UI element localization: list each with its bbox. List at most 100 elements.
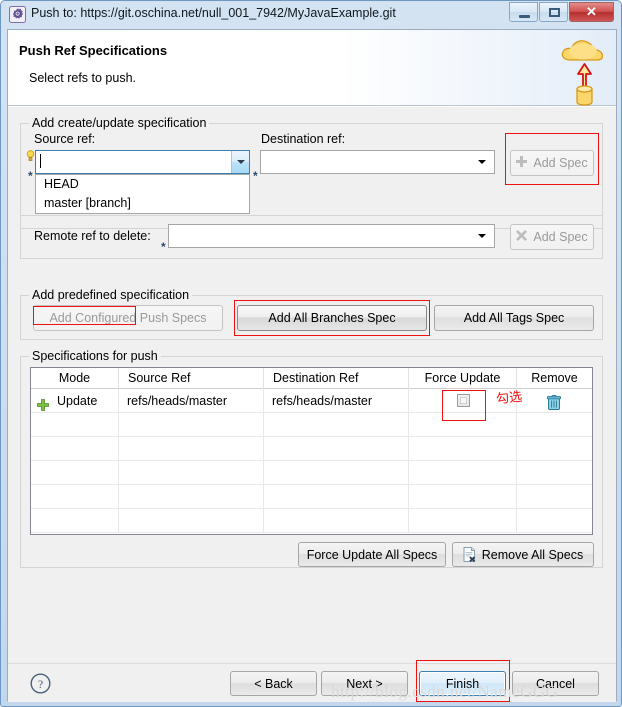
dialog-footer: ? < Back Next > Finish Cancel: [8, 663, 616, 702]
dialog-client-area: Push Ref Specifications Select refs to p…: [7, 29, 617, 702]
table-row[interactable]: [31, 437, 592, 461]
column-header-destination-ref[interactable]: Destination Ref: [264, 368, 409, 389]
add-all-branches-spec-label: Add All Branches Spec: [268, 311, 396, 325]
cell-empty: [264, 461, 409, 485]
create-update-group-label: Add create/update specification: [29, 116, 210, 130]
destination-ref-combo[interactable]: [260, 150, 495, 174]
cell-mode: Update: [31, 389, 119, 413]
svg-text:?: ?: [38, 677, 43, 691]
predefined-group-label: Add predefined specification: [29, 288, 193, 302]
force-update-checkbox[interactable]: [457, 394, 470, 407]
maximize-button[interactable]: [539, 2, 568, 22]
cell-mode-label: Update: [57, 394, 98, 408]
add-delete-spec-button[interactable]: Add Spec: [510, 224, 594, 250]
remove-doc-icon: [463, 547, 477, 562]
plus-icon: [516, 156, 528, 170]
cell-empty: [31, 413, 119, 437]
cross-icon: [516, 230, 528, 244]
push-dialog-window: Push to: https://git.oschina.net/null_00…: [0, 0, 622, 707]
force-update-all-specs-button[interactable]: Force Update All Specs: [298, 542, 446, 567]
dialog-body: Add create/update specification Source r…: [8, 107, 616, 663]
source-ref-label: Source ref:: [34, 132, 96, 146]
check-hint-annotation: 勾选: [495, 389, 523, 408]
finish-button-label: Finish: [445, 676, 480, 691]
text-caret: [40, 154, 41, 168]
minimize-icon: [519, 15, 530, 18]
add-spec-button[interactable]: Add Spec: [510, 150, 594, 176]
remote-ref-to-delete-combo[interactable]: [168, 224, 495, 248]
source-ref-combo[interactable]: [35, 150, 250, 174]
column-header-source-ref[interactable]: Source Ref: [119, 368, 264, 389]
gear-icon: [9, 6, 26, 23]
cell-empty: [517, 485, 592, 509]
cell-source-ref: refs/heads/master: [119, 389, 264, 413]
table-row[interactable]: [31, 413, 592, 437]
add-all-tags-spec-label: Add All Tags Spec: [463, 311, 565, 325]
cell-empty: [409, 509, 517, 533]
cell-empty: [264, 509, 409, 533]
cell-empty: [409, 461, 517, 485]
back-button[interactable]: < Back: [230, 671, 317, 696]
cell-empty: [119, 509, 264, 533]
lightbulb-icon: [26, 150, 35, 161]
cell-empty: [31, 509, 119, 533]
cell-empty: [517, 461, 592, 485]
cell-empty: [409, 485, 517, 509]
push-to-cloud-icon: [556, 32, 614, 106]
table-row[interactable]: [31, 461, 592, 485]
finish-button[interactable]: Finish: [419, 671, 506, 696]
table-row[interactable]: [31, 509, 592, 533]
remote-ref-to-delete-label: Remote ref to delete:: [34, 229, 151, 243]
next-button[interactable]: Next >: [321, 671, 408, 696]
cell-empty: [517, 413, 592, 437]
destination-ref-label: Destination ref:: [261, 132, 346, 146]
minimize-button[interactable]: [509, 2, 538, 22]
cell-empty: [31, 485, 119, 509]
remove-all-specs-button[interactable]: Remove All Specs: [452, 542, 594, 567]
add-spec-label: Add Spec: [533, 156, 588, 170]
add-all-branches-spec-button[interactable]: Add All Branches Spec: [237, 305, 427, 331]
dropdown-item-head[interactable]: HEAD: [36, 175, 249, 194]
cell-empty: [264, 413, 409, 437]
remote-ref-required-decorator: *: [161, 240, 166, 254]
add-delete-spec-label: Add Spec: [533, 230, 588, 244]
cell-empty: [517, 509, 592, 533]
page-description: Select refs to push.: [29, 71, 137, 85]
cell-empty: [119, 485, 264, 509]
next-button-label: Next >: [346, 676, 383, 691]
column-header-remove[interactable]: Remove: [517, 368, 592, 389]
title-bar[interactable]: Push to: https://git.oschina.net/null_00…: [1, 1, 621, 28]
back-button-label: < Back: [254, 676, 293, 691]
cell-empty: [264, 437, 409, 461]
column-header-mode[interactable]: Mode: [31, 368, 119, 389]
window-title: Push to: https://git.oschina.net/null_00…: [31, 6, 396, 20]
help-question-icon[interactable]: ?: [30, 673, 51, 694]
add-all-tags-spec-button[interactable]: Add All Tags Spec: [434, 305, 594, 331]
cell-empty: [119, 437, 264, 461]
source-ref-dropdown-list[interactable]: HEAD master [branch]: [35, 174, 250, 214]
force-update-all-specs-label: Force Update All Specs: [306, 547, 438, 562]
source-ref-dropdown-toggle[interactable]: [231, 151, 249, 173]
cancel-button-label: Cancel: [536, 676, 575, 691]
maximize-icon: [549, 8, 560, 17]
chevron-down-icon: [478, 234, 486, 238]
cell-empty: [119, 413, 264, 437]
wizard-header: Push Ref Specifications Select refs to p…: [8, 30, 616, 106]
chevron-down-icon: [478, 160, 486, 164]
cell-empty: [409, 437, 517, 461]
table-row[interactable]: [31, 485, 592, 509]
page-title: Push Ref Specifications: [19, 43, 168, 58]
cell-empty: [409, 413, 517, 437]
cell-empty: [31, 437, 119, 461]
add-configured-push-specs-button[interactable]: Add Configured Push Specs: [33, 305, 223, 331]
add-configured-push-specs-label: Add Configured Push Specs: [49, 311, 207, 325]
cell-destination-ref: refs/heads/master: [264, 389, 409, 413]
cell-remove[interactable]: [517, 389, 592, 413]
dropdown-item-master[interactable]: master [branch]: [36, 194, 249, 213]
column-header-force-update[interactable]: Force Update: [409, 368, 517, 389]
close-icon: ✕: [586, 4, 597, 19]
cell-empty: [264, 485, 409, 509]
close-button[interactable]: ✕: [569, 2, 614, 22]
cancel-button[interactable]: Cancel: [512, 671, 599, 696]
cell-empty: [119, 461, 264, 485]
